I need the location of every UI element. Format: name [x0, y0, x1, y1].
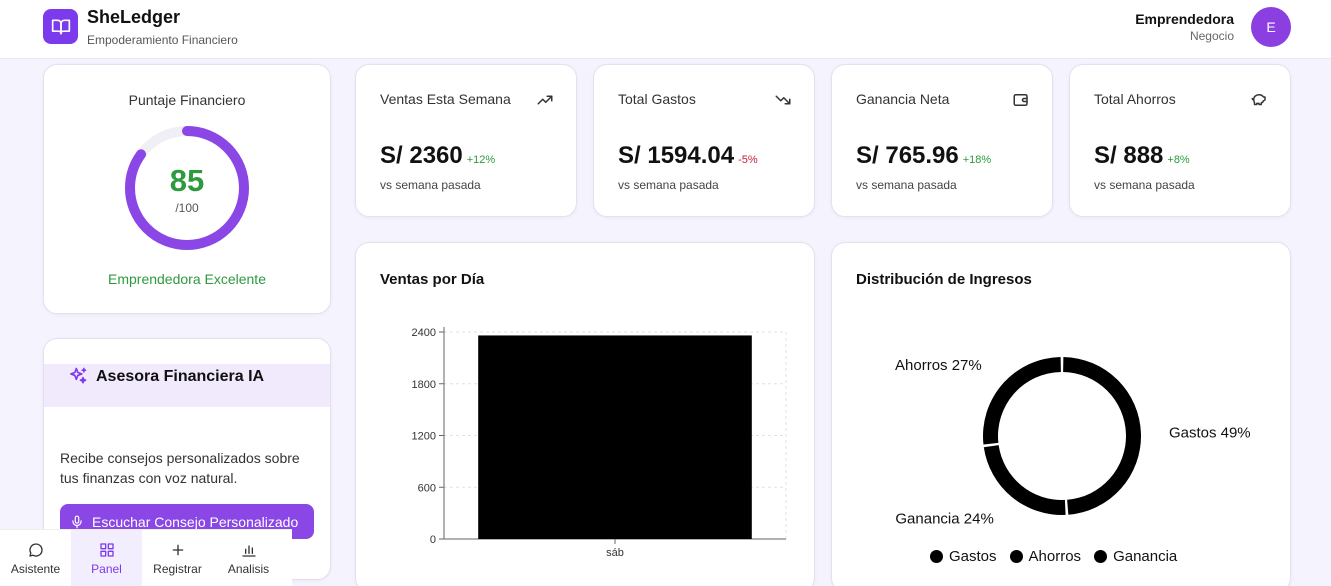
app-subtitle: Empoderamiento Financiero [87, 33, 238, 47]
avatar[interactable]: E [1251, 7, 1291, 47]
stat-title: Total Gastos [618, 91, 696, 107]
nav-item-panel[interactable]: Panel [71, 530, 142, 586]
y-tick-label: 1200 [412, 431, 436, 443]
stat-subtext: vs semana pasada [380, 178, 481, 192]
chart-legend: Gastos Ahorros Ganancia [930, 548, 1190, 565]
pie-slice[interactable] [983, 357, 1061, 445]
pie-slice[interactable] [1063, 357, 1141, 515]
sparkles-icon [70, 367, 87, 384]
y-tick-label: 1800 [412, 379, 436, 391]
app-title: SheLedger [87, 7, 181, 27]
bar-chart: 0 600 1200 1800 2400 sáb [412, 327, 787, 559]
slice-label: Ahorros 27% [895, 357, 982, 374]
wallet-icon [1013, 94, 1028, 106]
nav-label: Analisis [227, 561, 270, 576]
bar-chart-icon [241, 544, 256, 557]
legend-dot [1094, 550, 1108, 563]
stat-change: -5% [738, 154, 758, 166]
stat-title: Total Ahorros [1094, 91, 1176, 107]
user-type: Negocio [1189, 29, 1234, 43]
stat-card-savings: Total Ahorros S/ 888 +8% vs semana pasada [1069, 64, 1291, 217]
slice-label: Ganancia 24% [895, 510, 993, 527]
score-title: Puntaje Financiero [128, 92, 246, 108]
income-distribution-card: Distribución de Ingresos Gastos 49% Ganan… [831, 242, 1291, 586]
nav-label: Registrar [153, 561, 202, 576]
listen-advice-label: Escuchar Consejo Personalizado [92, 513, 299, 530]
stat-value: S/ 1594.04 -5% [618, 142, 758, 169]
app-header: SheLedger Empoderamiento Financiero Empr… [0, 0, 1331, 59]
legend-dot [930, 550, 943, 563]
advisor-description: Recibe consejos personalizados sobre tus… [60, 450, 300, 486]
nav-label: Panel [91, 561, 122, 576]
x-tick-label: sáb [606, 547, 624, 559]
sales-by-day-card: Ventas por Día 0 600 1200 1800 2400 sáb [355, 242, 815, 586]
grid-icon [99, 542, 114, 557]
legend-dot [1009, 550, 1023, 563]
trending-up-icon [537, 95, 553, 105]
stat-subtext: vs semana pasada [1094, 178, 1195, 192]
piggy-bank-icon [1251, 94, 1266, 106]
stat-title: Ventas Esta Semana [380, 91, 511, 107]
score-value: 85 [169, 163, 205, 198]
stat-card-expenses: Total Gastos S/ 1594.04 -5% vs semana pas… [593, 64, 815, 217]
stat-card-sales: Ventas Esta Semana S/ 2360 +12% vs semana… [355, 64, 577, 217]
plus-icon [172, 544, 183, 555]
nav-item-analisis[interactable]: Analisis [213, 530, 284, 586]
microphone-icon [72, 515, 82, 528]
stat-change: +12% [466, 154, 496, 166]
donut-chart: Gastos 49% Ganancia 24% Ahorros 27% [895, 357, 1251, 527]
legend-item[interactable]: Ahorros [1009, 548, 1082, 565]
y-tick-label: 600 [418, 482, 436, 494]
legend-item[interactable]: Ganancia [1094, 548, 1177, 565]
legend-item[interactable]: Gastos [930, 548, 997, 565]
legend-label: Ganancia [1113, 548, 1178, 565]
stat-subtext: vs semana pasada [618, 178, 719, 192]
stat-value: S/ 2360 +12% [380, 142, 496, 169]
score-max: /100 [175, 201, 199, 215]
y-tick-label: 0 [430, 534, 436, 546]
stat-change: +8% [1167, 154, 1190, 166]
stat-change: +18% [962, 154, 992, 166]
nav-item-registrar[interactable]: Registrar [142, 530, 213, 586]
stat-value: S/ 888 +8% [1094, 142, 1190, 169]
bottom-navigation: Asistente Panel Registrar Analisis [0, 529, 292, 586]
trending-down-icon [775, 95, 791, 105]
nav-item-asistente[interactable]: Asistente [0, 530, 71, 586]
financial-score-card: Puntaje Financiero 85 /100 Emprendedora … [43, 64, 331, 314]
stat-title: Ganancia Neta [856, 91, 950, 107]
bar[interactable] [478, 335, 752, 539]
advisor-header: Asesora Financiera IA [44, 364, 330, 407]
legend-label: Ahorros [1028, 548, 1082, 565]
stat-value: S/ 765.96 +18% [856, 142, 992, 169]
slice-label: Gastos 49% [1169, 425, 1251, 442]
nav-label: Asistente [10, 561, 61, 576]
advisor-title: Asesora Financiera IA [96, 368, 265, 385]
stat-subtext: vs semana pasada [856, 178, 957, 192]
y-tick-label: 2400 [412, 327, 436, 339]
user-name: Emprendedora [1135, 11, 1234, 27]
stat-card-net-profit: Ganancia Neta S/ 765.96 +18% vs semana pa… [831, 64, 1053, 217]
pie-slice[interactable] [983, 445, 1066, 515]
book-icon[interactable] [43, 9, 78, 44]
chat-icon [28, 542, 43, 557]
legend-label: Gastos [949, 548, 997, 565]
score-label: Emprendedora Excelente [108, 271, 266, 287]
